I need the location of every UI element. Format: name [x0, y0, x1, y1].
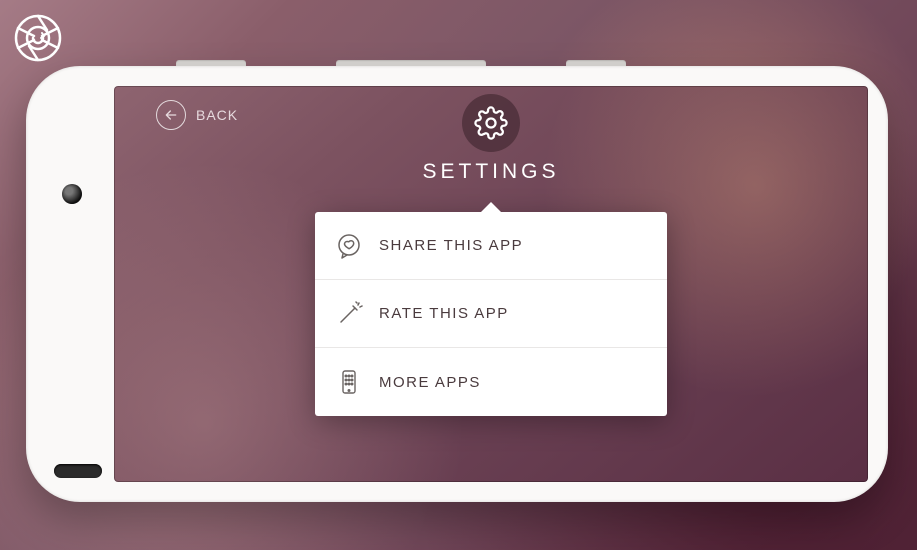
device-speaker: [54, 464, 102, 478]
menu-item-label: MORE APPS: [379, 374, 481, 391]
heart-speech-icon: [331, 232, 367, 260]
hardware-button: [336, 60, 486, 66]
gear-icon: [462, 94, 520, 152]
hardware-button: [566, 60, 626, 66]
header: SETTINGS: [114, 94, 868, 184]
hardware-button: [176, 60, 246, 66]
page-title: SETTINGS: [422, 160, 559, 184]
phone-device: BACK SETTINGS SHARE THIS: [26, 66, 888, 502]
aperture-refresh-icon: [14, 14, 62, 62]
screen: BACK SETTINGS SHARE THIS: [114, 86, 868, 482]
settings-panel: SHARE THIS APP RATE THIS APP: [315, 212, 667, 416]
menu-item-share[interactable]: SHARE THIS APP: [315, 212, 667, 280]
phone-grid-icon: [331, 368, 367, 396]
menu-item-label: SHARE THIS APP: [379, 237, 523, 254]
menu-item-label: RATE THIS APP: [379, 305, 509, 322]
menu-item-rate[interactable]: RATE THIS APP: [315, 280, 667, 348]
menu-item-more-apps[interactable]: MORE APPS: [315, 348, 667, 416]
device-camera: [62, 184, 82, 204]
wand-icon: [331, 300, 367, 328]
